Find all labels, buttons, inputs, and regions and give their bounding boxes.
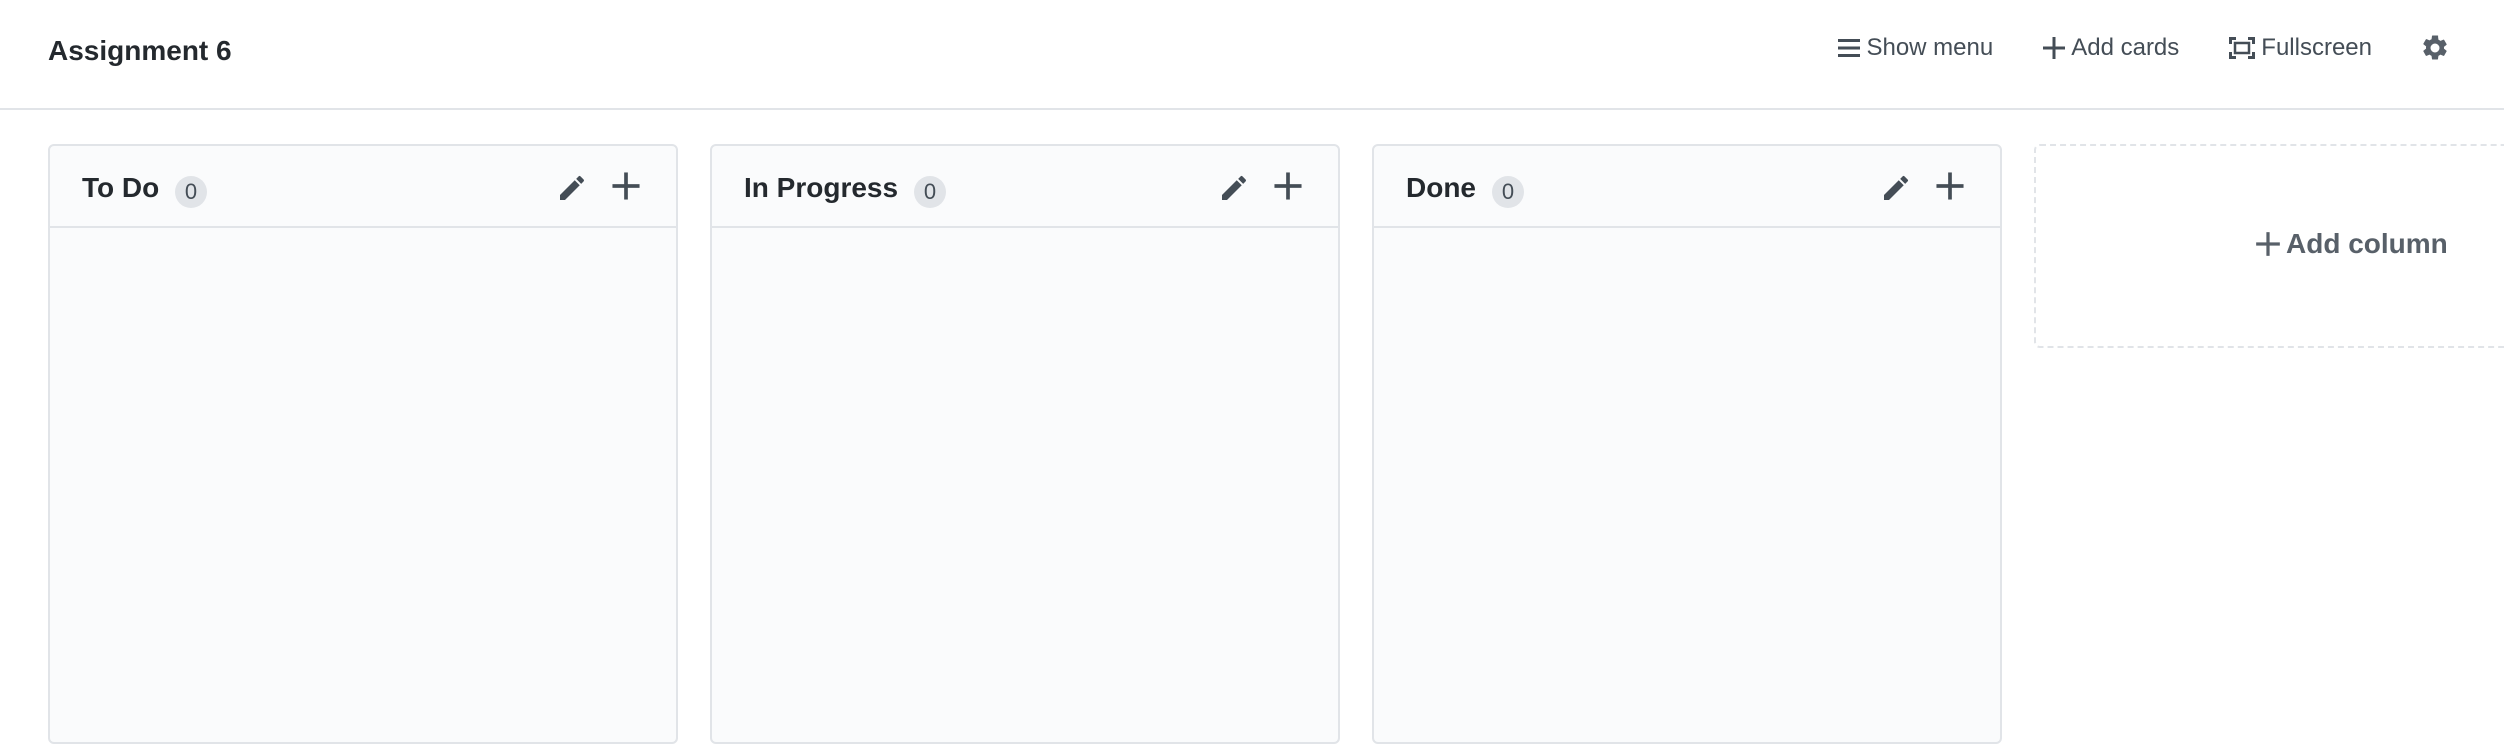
column-card-count: 0 — [1492, 176, 1524, 208]
add-column-label: Add column — [2286, 228, 2448, 259]
column-header: In Progress 0 — [712, 146, 1338, 228]
fullscreen-icon — [2227, 35, 2257, 61]
add-cards-button[interactable]: Add cards — [2041, 34, 2179, 62]
add-column-label-group: Add column — [2254, 228, 2448, 260]
pencil-icon — [560, 175, 585, 200]
column-card-count: 0 — [175, 176, 207, 208]
column-header: To Do 0 — [50, 146, 676, 228]
add-cards-label: Add cards — [2071, 34, 2180, 61]
column-to-do: To Do 0 — [48, 144, 678, 744]
column-title: In Progress — [744, 172, 899, 203]
plus-icon — [2041, 35, 2067, 61]
hamburger-icon — [1836, 35, 1862, 61]
add-card-button[interactable] — [1934, 170, 1966, 202]
edit-column-button[interactable] — [556, 172, 588, 204]
fullscreen-button[interactable]: Fullscreen — [2227, 34, 2372, 62]
settings-button[interactable] — [2420, 33, 2454, 63]
pencil-icon — [1884, 175, 1909, 200]
fullscreen-label: Fullscreen — [2261, 34, 2372, 61]
plus-icon — [612, 172, 640, 200]
column-title: Done — [1406, 172, 1476, 203]
add-card-button[interactable] — [1272, 170, 1304, 202]
plus-icon — [1936, 172, 1964, 200]
plus-icon — [2254, 230, 2282, 258]
column-card-count: 0 — [914, 176, 946, 208]
show-menu-button[interactable]: Show menu — [1836, 34, 1993, 62]
column-title: To Do — [82, 172, 160, 203]
edit-column-button[interactable] — [1880, 172, 1912, 204]
add-column-button[interactable]: Add column — [2034, 144, 2504, 348]
show-menu-label: Show menu — [1866, 34, 1994, 61]
edit-column-button[interactable] — [1218, 172, 1250, 204]
project-title: Assignment 6 — [48, 35, 232, 66]
column-done: Done 0 — [1372, 144, 2002, 744]
project-header: Assignment 6 Show menu Add cards Fullscr… — [0, 0, 2504, 110]
column-in-progress: In Progress 0 — [710, 144, 1340, 744]
header-actions: Show menu Add cards Fullscreen — [1836, 26, 2504, 70]
plus-icon — [1274, 172, 1302, 200]
add-card-button[interactable] — [610, 170, 642, 202]
column-header: Done 0 — [1374, 146, 2000, 228]
pencil-icon — [1222, 175, 1247, 200]
gear-icon — [2420, 33, 2450, 63]
